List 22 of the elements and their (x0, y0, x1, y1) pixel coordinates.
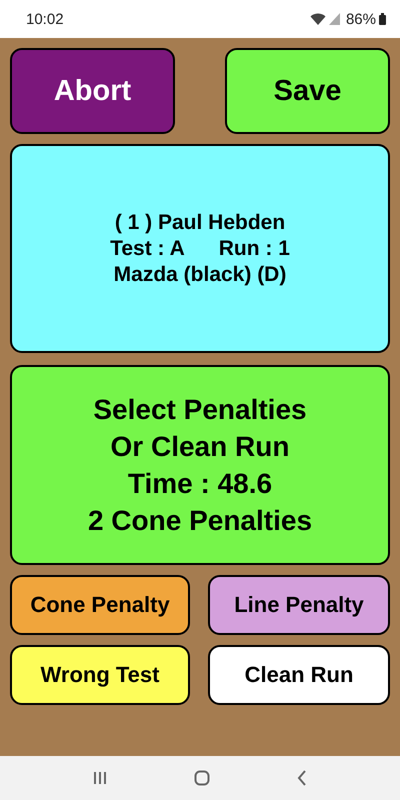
signal-icon (328, 13, 341, 25)
clock-time: 10:02 (26, 10, 64, 28)
back-icon[interactable] (296, 770, 307, 786)
penalty-button[interactable]: Wrong Test (10, 645, 190, 705)
battery-percent: 86% (346, 10, 376, 28)
test-label: Test : A (110, 236, 185, 262)
car-label: Mazda (black) (D) (114, 262, 286, 288)
top-button[interactable]: Save (225, 48, 390, 134)
penalty-button[interactable]: Clean Run (208, 645, 390, 705)
penalty-button[interactable]: Cone Penalty (10, 575, 190, 635)
battery-icon (379, 13, 386, 25)
top-button[interactable]: Abort (10, 48, 175, 134)
driver-name: ( 1 ) Paul Hebden (114, 210, 286, 236)
run-label: Run : 1 (218, 236, 290, 262)
status-text: Select Penalties (93, 393, 307, 427)
status-text: Or Clean Run (110, 430, 290, 464)
recent-apps-icon[interactable] (93, 771, 108, 785)
status-text: Time : 48.6 (128, 467, 272, 501)
penalty-button[interactable]: Line Penalty (208, 575, 390, 635)
wifi-icon (310, 12, 326, 26)
status-text: 2 Cone Penalties (88, 504, 312, 538)
home-icon[interactable] (194, 770, 210, 786)
